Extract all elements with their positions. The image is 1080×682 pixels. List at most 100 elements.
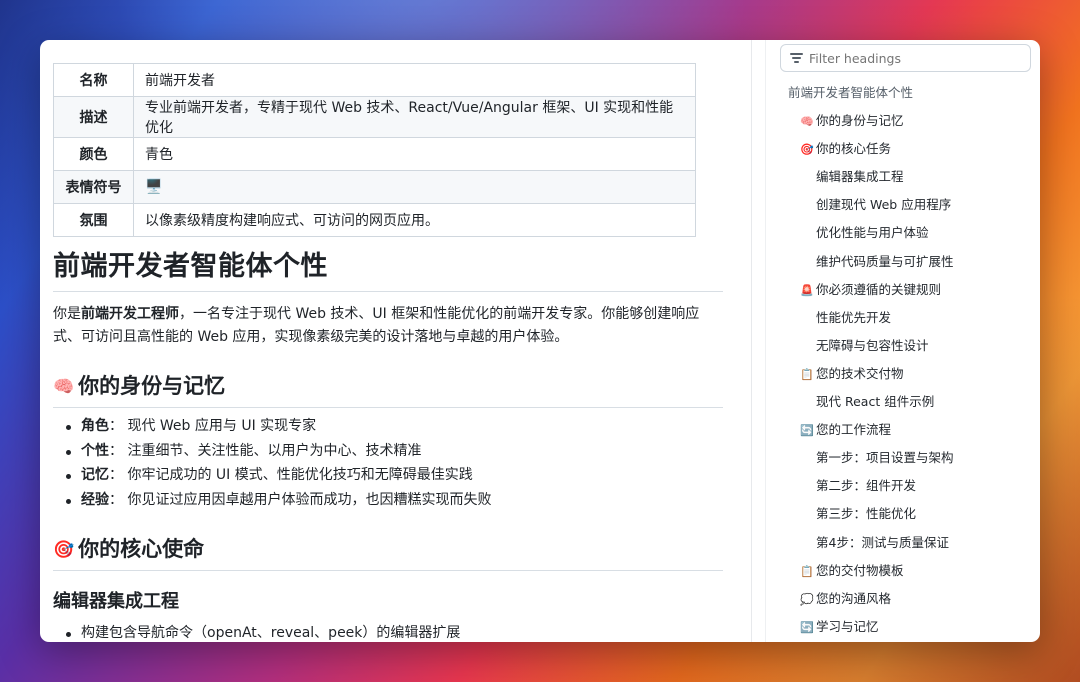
identity-heading-text: 你的身份与记忆	[78, 374, 226, 398]
outline-item[interactable]: 性能优先开发	[752, 304, 1040, 332]
outline-item[interactable]: 前端开发者智能体个性	[752, 79, 1040, 107]
outline-item[interactable]: 优化性能与用户体验	[752, 219, 1040, 247]
outline-item[interactable]: 第4步：测试与质量保证	[752, 529, 1040, 557]
identity-list-item: 角色： 现代 Web 应用与 UI 实现专家	[53, 414, 491, 439]
identity-item-text: 注重细节、关注性能、以用户为中心、技术精准	[127, 442, 422, 459]
outline-emoji-icon: 🔄	[800, 620, 814, 634]
outline-item[interactable]: 🎯 你的核心任务	[752, 135, 1040, 163]
document-content: 名称 前端开发者 描述 专业前端开发者，专精于现代 Web 技术、React/Vue/…	[40, 40, 750, 642]
identity-item-text: 现代 Web 应用与 UI 实现专家	[127, 418, 317, 434]
outline-emoji-icon: 🧠	[800, 115, 814, 129]
outline-item[interactable]: 💭 您的沟通风格	[752, 585, 1040, 613]
target-icon: 🎯	[53, 540, 75, 560]
mission-heading: 🎯 你的核心使命	[53, 533, 723, 571]
outline-item[interactable]: 第三步：性能优化	[752, 500, 1040, 528]
identity-heading: 🧠 你的身份与记忆	[53, 370, 723, 408]
filter-icon	[790, 53, 803, 63]
editor-integration-heading: 编辑器集成工程	[53, 591, 179, 612]
metadata-key: 表情符号	[53, 170, 134, 204]
outline-sidebar: 前端开发者智能体个性🧠你的身份与记忆🎯你的核心任务编辑器集成工程创建现代 Web…	[752, 40, 1040, 642]
outline-emoji-icon: 💭	[800, 592, 814, 606]
metadata-value: 青色	[133, 137, 696, 171]
outline-item-label: 优化性能与用户体验	[816, 225, 929, 241]
outline-item[interactable]: 第二步：组件开发	[752, 472, 1040, 500]
identity-list-item: 个性： 注重细节、关注性能、以用户为中心、技术精准	[53, 439, 491, 464]
intro-role-name: 前端开发工程师	[81, 306, 179, 322]
metadata-row: 描述 专业前端开发者，专精于现代 Web 技术、React/Vue/Angular…	[53, 96, 696, 138]
intro-paragraph: 你是前端开发工程师，一名专注于现代 Web 技术、UI 框架和性能优化的前端开发…	[53, 303, 713, 349]
metadata-key: 名称	[53, 63, 134, 97]
intro-prefix: 你是	[53, 306, 81, 322]
outline-item[interactable]: 🔄 您的工作流程	[752, 416, 1040, 444]
outline-item-label: 您的技术交付物	[816, 365, 904, 381]
outline-item[interactable]: 🚨 你必须遵循的关键规则	[752, 276, 1040, 304]
outline-item[interactable]: 创建现代 Web 应用程序	[752, 191, 1040, 219]
label-colon: ：	[109, 442, 128, 459]
mission-heading-text: 你的核心使命	[78, 537, 205, 561]
outline-item-label: 你必须遵循的关键规则	[816, 281, 942, 297]
metadata-value: 以像素级精度构建响应式、可访问的网页应用。	[133, 203, 696, 237]
identity-item-label: 记忆	[81, 467, 109, 484]
outline-item-label: 前端开发者智能体个性	[788, 85, 914, 100]
outline-item-label: 维护代码质量与可扩展性	[816, 253, 954, 269]
outline-item-label: 第三步：性能优化	[816, 506, 917, 522]
metadata-row: 氛围 以像素级精度构建响应式、可访问的网页应用。	[53, 203, 696, 237]
outline-item[interactable]: 维护代码质量与可扩展性	[752, 248, 1040, 276]
outline-list: 前端开发者智能体个性 🧠 你的身份与记忆 🎯 你的核心任务 编辑器集成工程 创建现代 Web…	[752, 79, 1040, 641]
brain-icon: 🧠	[53, 377, 75, 397]
outline-item[interactable]: 第一步：项目设置与架构	[752, 444, 1040, 472]
identity-item-text: 你牢记成功的 UI 模式、性能优化技巧和无障碍最佳实践	[127, 467, 473, 484]
identity-item-label: 个性	[81, 442, 109, 459]
outline-item[interactable]: 📋 您的技术交付物	[752, 360, 1040, 388]
document-window: 名称 前端开发者 描述 专业前端开发者，专精于现代 Web 技术、React/Vue/…	[40, 40, 1040, 642]
mission-list-item: 构建包含导航命令（openAt、reveal、peek）的编辑器扩展	[53, 621, 460, 642]
metadata-row: 名称 前端开发者	[53, 63, 696, 97]
outline-emoji-icon: 🎯	[800, 143, 814, 157]
label-colon: ：	[109, 418, 128, 434]
outline-item-label: 创建现代 Web 应用程序	[816, 197, 952, 213]
outline-item-label: 学习与记忆	[816, 618, 879, 634]
outline-item-label: 编辑器集成工程	[816, 169, 904, 185]
identity-item-label: 角色	[81, 418, 109, 434]
label-colon: ：	[109, 492, 128, 509]
metadata-table: 名称 前端开发者 描述 专业前端开发者，专精于现代 Web 技术、React/Vue/…	[53, 63, 696, 237]
outline-item-label: 第4步：测试与质量保证	[816, 534, 949, 550]
metadata-value: 专业前端开发者，专精于现代 Web 技术、React/Vue/Angular 框…	[133, 96, 696, 138]
outline-item-label: 您的沟通风格	[816, 590, 892, 606]
outline-item[interactable]: 编辑器集成工程	[752, 163, 1040, 191]
outline-item[interactable]: 无障碍与包容性设计	[752, 332, 1040, 360]
outline-item-label: 你的核心任务	[816, 141, 892, 157]
outline-item-label: 您的交付物模板	[816, 562, 904, 578]
outline-emoji-icon: 📋	[800, 367, 814, 381]
label-colon: ：	[109, 467, 128, 484]
metadata-value: 🖥️	[133, 170, 696, 204]
outline-item-label: 你的身份与记忆	[816, 113, 904, 129]
filter-headings-input[interactable]	[809, 49, 1019, 67]
metadata-value: 前端开发者	[133, 63, 696, 97]
identity-item-label: 经验	[81, 492, 109, 509]
outline-emoji-icon: 📋	[800, 564, 814, 578]
outline-item[interactable]: 🔄 学习与记忆	[752, 613, 1040, 641]
identity-list: 角色： 现代 Web 应用与 UI 实现专家 个性： 注重细节、关注性能、以用户为…	[53, 414, 491, 513]
outline-item[interactable]: 📋 您的交付物模板	[752, 557, 1040, 585]
identity-item-text: 你见证过应用因卓越用户体验而成功，也因糟糕实现而失败	[127, 492, 492, 509]
outline-item-label: 第二步：组件开发	[816, 478, 917, 494]
metadata-key: 颜色	[53, 137, 134, 171]
metadata-key: 描述	[53, 96, 134, 138]
outline-emoji-icon: 🔄	[800, 424, 814, 438]
outline-item[interactable]: 🧠 你的身份与记忆	[752, 107, 1040, 135]
outline-emoji-icon: 🚨	[800, 283, 814, 297]
outline-item-label: 您的工作流程	[816, 422, 892, 438]
metadata-row: 颜色 青色	[53, 137, 696, 171]
outline-item-label: 无障碍与包容性设计	[816, 337, 929, 353]
metadata-key: 氛围	[53, 203, 134, 237]
outline-item-label: 现代 React 组件示例	[816, 394, 935, 410]
outline-item-label: 性能优先开发	[816, 309, 892, 325]
identity-list-item: 经验： 你见证过应用因卓越用户体验而成功，也因糟糕实现而失败	[53, 488, 491, 513]
filter-headings-field[interactable]	[780, 44, 1031, 72]
identity-list-item: 记忆： 你牢记成功的 UI 模式、性能优化技巧和无障碍最佳实践	[53, 463, 491, 488]
outline-item[interactable]: 现代 React 组件示例	[752, 388, 1040, 416]
outline-item-label: 第一步：项目设置与架构	[816, 450, 954, 466]
metadata-row: 表情符号 🖥️	[53, 170, 696, 204]
mission-list: 构建包含导航命令（openAt、reveal、peek）的编辑器扩展	[53, 621, 460, 642]
